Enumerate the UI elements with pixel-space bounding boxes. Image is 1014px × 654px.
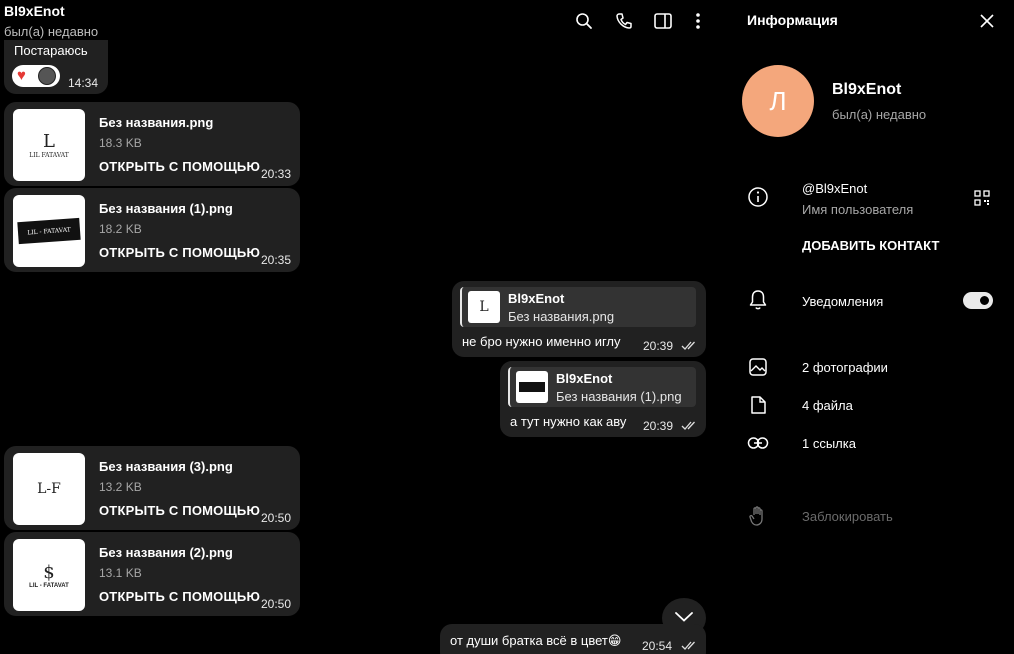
chat-title[interactable]: Bl9xEnot xyxy=(4,3,65,19)
reply-thumbnail: L xyxy=(468,291,500,323)
reply-thumbnail xyxy=(516,371,548,403)
message-time: 20:39 xyxy=(643,339,674,353)
message-bubble[interactable]: Постараюсь ♥ 14:34 xyxy=(4,40,108,94)
toggle-knob xyxy=(978,294,991,307)
reply-author: Bl9xEnot xyxy=(508,291,565,306)
file-size: 18.3 KB xyxy=(99,136,142,150)
photos-link[interactable]: 2 фотографии xyxy=(802,360,888,375)
profile-name: Bl9xEnot xyxy=(832,81,902,98)
link-icon xyxy=(747,432,769,454)
search-icon[interactable] xyxy=(574,11,594,31)
thumb-caption: LIL FATAVAT xyxy=(29,152,69,159)
sidebar-toggle-icon[interactable] xyxy=(653,11,673,31)
file-icon xyxy=(747,394,769,416)
file-size: 18.2 KB xyxy=(99,222,142,236)
message-time: 20:35 xyxy=(261,253,292,267)
chat-header[interactable]: Bl9xEnot был(а) недавно xyxy=(0,0,727,44)
profile-status: был(а) недавно xyxy=(832,107,927,122)
outgoing-message[interactable]: Bl9xEnot Без названия (1).png а тут нужн… xyxy=(500,361,706,437)
message-text: от души братка всё в цвет😁 xyxy=(450,633,622,648)
username-label: Имя пользователя xyxy=(802,202,914,217)
photo-icon xyxy=(747,356,769,378)
username-value[interactable]: @Bl9xEnot xyxy=(802,181,867,196)
thumb-caption: LIL - FATAVAT xyxy=(27,225,71,237)
file-thumbnail[interactable]: L-F xyxy=(13,453,85,525)
double-check-icon xyxy=(681,418,699,436)
open-with-button[interactable]: ОТКРЫТЬ С ПОМОЩЬЮ xyxy=(99,589,260,604)
close-icon[interactable] xyxy=(978,12,998,32)
add-contact-button[interactable]: ДОБАВИТЬ КОНТАКТ xyxy=(802,238,939,253)
thumb-caption: L-F xyxy=(37,481,61,497)
message-time: 20:50 xyxy=(261,511,292,525)
links-link[interactable]: 1 ссылка xyxy=(802,436,856,451)
reply-preview[interactable]: Bl9xEnot Без названия (1).png xyxy=(508,367,696,407)
message-text: а тут нужно как аву xyxy=(510,414,627,429)
file-name: Без названия (2).png xyxy=(99,545,233,560)
info-panel: Информация Л Bl9xEnot был(а) недавно @Bl… xyxy=(727,0,1014,654)
file-thumbnail[interactable]: L LIL FATAVAT xyxy=(13,109,85,181)
file-thumbnail[interactable]: $ LIL - FATAVAT xyxy=(13,539,85,611)
file-message[interactable]: LIL - FATAVAT Без названия (1).png 18.2 … xyxy=(4,188,300,272)
phone-icon[interactable] xyxy=(614,11,634,31)
block-button[interactable]: Заблокировать xyxy=(802,509,893,524)
info-icon xyxy=(747,186,769,208)
file-name: Без названия (1).png xyxy=(99,201,233,216)
info-title: Информация xyxy=(747,12,838,28)
notifications-toggle[interactable] xyxy=(963,292,993,309)
reply-text: Без названия (1).png xyxy=(556,389,682,404)
file-name: Без названия (3).png xyxy=(99,459,233,474)
qr-code-icon[interactable] xyxy=(974,190,992,208)
heart-icon: ♥ xyxy=(17,67,26,84)
outgoing-message[interactable]: от души братка всё в цвет😁 20:54 xyxy=(440,624,706,654)
open-with-button[interactable]: ОТКРЫТЬ С ПОМОЩЬЮ xyxy=(99,245,260,260)
reply-preview[interactable]: L Bl9xEnot Без названия.png xyxy=(460,287,696,327)
files-link[interactable]: 4 файла xyxy=(802,398,853,413)
message-time: 20:39 xyxy=(643,419,674,433)
outgoing-message[interactable]: L Bl9xEnot Без названия.png не бро нужно… xyxy=(452,281,706,357)
message-time: 20:50 xyxy=(261,597,292,611)
open-with-button[interactable]: ОТКРЫТЬ С ПОМОЩЬЮ xyxy=(99,503,260,518)
chat-status: был(а) недавно xyxy=(4,24,99,39)
file-size: 13.2 KB xyxy=(99,480,142,494)
avatar[interactable]: Л xyxy=(742,65,814,137)
message-text: не бро нужно именно иглу xyxy=(462,334,621,349)
file-name: Без названия.png xyxy=(99,115,214,130)
file-thumbnail[interactable]: LIL - FATAVAT xyxy=(13,195,85,267)
reaction-chip[interactable]: ♥ xyxy=(12,65,60,87)
file-message[interactable]: L LIL FATAVAT Без названия.png 18.3 KB О… xyxy=(4,102,300,186)
file-message[interactable]: L-F Без названия (3).png 13.2 KB ОТКРЫТЬ… xyxy=(4,446,300,530)
thumb-caption: LIL - FATAVAT xyxy=(29,582,69,589)
notifications-label: Уведомления xyxy=(802,294,884,309)
message-time: 14:34 xyxy=(68,76,99,90)
more-vertical-icon[interactable] xyxy=(688,11,708,31)
message-text: Постараюсь xyxy=(14,43,88,58)
message-time: 20:33 xyxy=(261,167,292,181)
reactor-avatar xyxy=(38,67,56,85)
file-size: 13.1 KB xyxy=(99,566,142,580)
message-time: 20:54 xyxy=(642,639,673,653)
hand-stop-icon xyxy=(747,505,769,527)
file-message[interactable]: $ LIL - FATAVAT Без названия (2).png 13.… xyxy=(4,532,300,616)
double-check-icon xyxy=(681,338,699,356)
chat-panel: Bl9xEnot был(а) недавно Постараюсь ♥ 14:… xyxy=(0,0,727,654)
bell-icon xyxy=(747,289,769,311)
open-with-button[interactable]: ОТКРЫТЬ С ПОМОЩЬЮ xyxy=(99,159,260,174)
reply-author: Bl9xEnot xyxy=(556,371,613,386)
double-check-icon xyxy=(681,638,699,654)
reply-text: Без названия.png xyxy=(508,309,615,324)
